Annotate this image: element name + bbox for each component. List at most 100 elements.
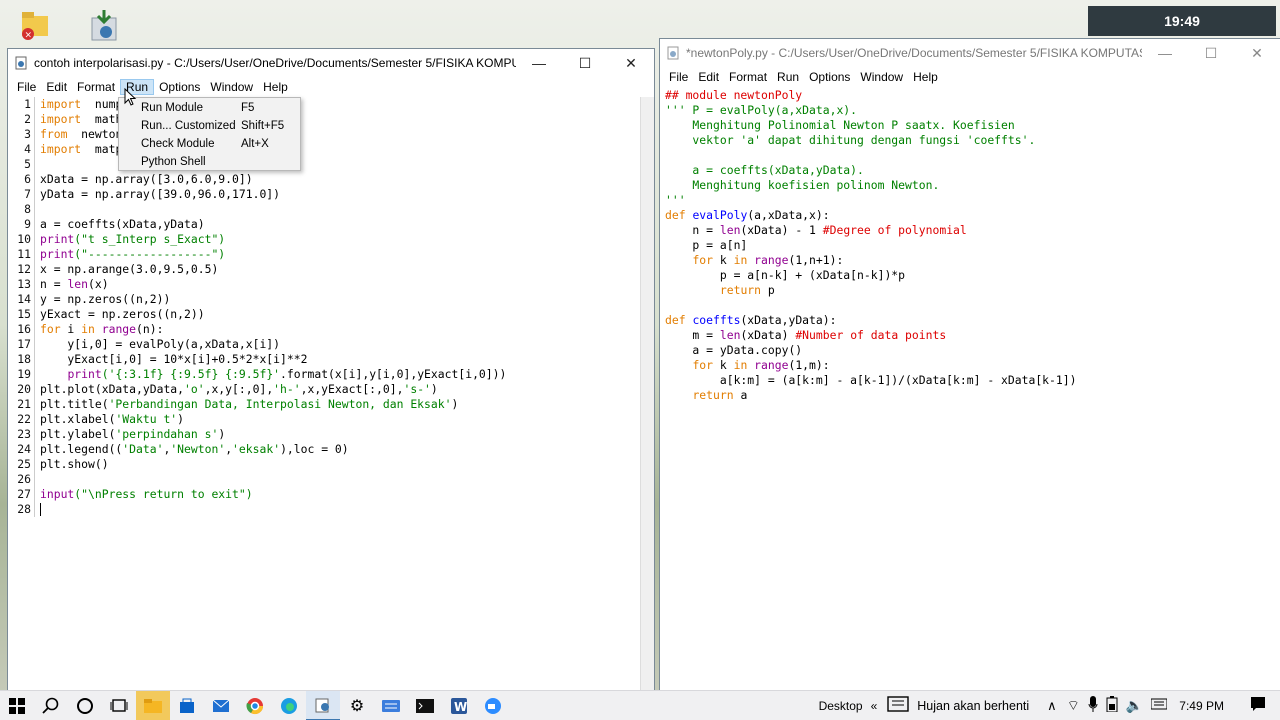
code-line[interactable]: vektor 'a' dapat dihitung dengan fungsi …	[665, 133, 1280, 148]
scrollbar[interactable]	[640, 97, 654, 690]
start-windows-icon[interactable]	[0, 691, 34, 720]
code-line[interactable]: 27 input("\nPress return to exit")	[8, 487, 654, 502]
menu-options[interactable]: Options	[154, 80, 205, 94]
code-line[interactable]: p = a[n-k] + (xData[n-k])*p	[665, 268, 1280, 283]
menu-edit[interactable]: Edit	[693, 70, 724, 84]
code-line[interactable]: 15 yExact = np.zeros((n,2))	[8, 307, 654, 322]
code-line[interactable]: for k in range(1,n+1):	[665, 253, 1280, 268]
menu-format[interactable]: Format	[72, 80, 120, 94]
code-line[interactable]: 17 y[i,0] = evalPoly(a,xData,x[i])	[8, 337, 654, 352]
terminal-icon[interactable]	[408, 691, 442, 720]
code-line[interactable]: 10 print("t s_Interp s_Exact")	[8, 232, 654, 247]
volume-icon[interactable]: 🔈	[1126, 697, 1143, 714]
code-line[interactable]: 16 for i in range(n):	[8, 322, 654, 337]
python-idle-icon[interactable]	[306, 690, 340, 720]
edge-icon[interactable]	[272, 691, 306, 720]
keyboard-app-icon[interactable]	[374, 691, 408, 720]
code-line[interactable]: 14 y = np.zeros((n,2))	[8, 292, 654, 307]
code-editor[interactable]: 1 import numpy 2 import math 3 from newtonP 4 i…	[8, 97, 654, 690]
code-line[interactable]: 7 yData = np.array([39.0,96.0,171.0])	[8, 187, 654, 202]
code-line[interactable]: 12 x = np.arange(3.0,9.5,0.5)	[8, 262, 654, 277]
cortana-icon[interactable]	[68, 691, 102, 720]
notification-icon[interactable]	[1250, 696, 1266, 715]
minimize-button[interactable]: —	[516, 49, 562, 77]
search-icon[interactable]	[34, 691, 68, 720]
clock-time[interactable]: 7:49 PM	[1179, 699, 1224, 713]
weather-icon[interactable]	[887, 696, 909, 715]
code-line[interactable]: 3 from newtonP	[8, 127, 654, 142]
code-line[interactable]: 20 plt.plot(xData,yData,'o',x,y[:,0],'h-'…	[8, 382, 654, 397]
code-line[interactable]: 21 plt.title('Perbandingan Data, Interpol…	[8, 397, 654, 412]
code-line[interactable]: 18 yExact[i,0] = 10*x[i]+0.5*2*x[i]**2	[8, 352, 654, 367]
code-line[interactable]: def evalPoly(a,xData,x):	[665, 208, 1280, 223]
chrome-icon[interactable]	[238, 691, 272, 720]
code-line[interactable]: 9a = coeffts(xData,yData)	[8, 217, 654, 232]
code-line[interactable]: 13 n = len(x)	[8, 277, 654, 292]
title-bar[interactable]: *newtonPoly.py - C:/Users/User/OneDrive/…	[660, 39, 1280, 67]
menu-item-python-shell[interactable]: Python Shell	[119, 153, 300, 171]
code-line[interactable]: 5	[8, 157, 654, 172]
desktop-folder-icon[interactable]: ×	[8, 6, 58, 46]
code-line[interactable]: n = len(xData) - 1 #Degree of polynomial	[665, 223, 1280, 238]
code-line[interactable]: 6 xData = np.array([3.0,6.0,9.0])	[8, 172, 654, 187]
code-line[interactable]: '''	[665, 193, 1280, 208]
code-line[interactable]	[665, 148, 1280, 163]
desktop-toolbar-label[interactable]: Desktop	[819, 699, 863, 713]
code-line[interactable]: m = len(xData) #Number of data points	[665, 328, 1280, 343]
minimize-button[interactable]: —	[1142, 39, 1188, 67]
close-button[interactable]: ✕	[608, 49, 654, 77]
mail-icon[interactable]	[204, 691, 238, 720]
menu-run[interactable]: Run	[772, 70, 804, 84]
code-line[interactable]: Menghitung koefisien polinom Newton.	[665, 178, 1280, 193]
title-bar[interactable]: contoh interpolarisasi.py - C:/Users/Use…	[8, 49, 654, 77]
code-line[interactable]: for k in range(1,m):	[665, 358, 1280, 373]
menu-file[interactable]: File	[664, 70, 693, 84]
menu-help[interactable]: Help	[258, 80, 293, 94]
menu-help[interactable]: Help	[908, 70, 943, 84]
code-line[interactable]: a = yData.copy()	[665, 343, 1280, 358]
maximize-button[interactable]: ☐	[562, 49, 608, 77]
code-line[interactable]: 4 import matpl	[8, 142, 654, 157]
code-line[interactable]: 1 import numpy	[8, 97, 654, 112]
code-line[interactable]: ''' P = evalPoly(a,xData,x).	[665, 103, 1280, 118]
settings-gear-icon[interactable]: ⚙	[340, 691, 374, 720]
code-line[interactable]: 8	[8, 202, 654, 217]
code-line[interactable]: 19 print('{:3.1f} {:9.5f} {:9.5f}'.forma…	[8, 367, 654, 382]
menu-window[interactable]: Window	[855, 70, 908, 84]
chevron-left-icon[interactable]: «	[871, 699, 878, 713]
code-line[interactable]: a[k:m] = (a[k:m] - a[k-1])/(xData[k:m] -…	[665, 373, 1280, 388]
menu-item-check-module[interactable]: Check Module Alt+X	[119, 135, 300, 153]
menu-format[interactable]: Format	[724, 70, 772, 84]
menu-edit[interactable]: Edit	[41, 80, 72, 94]
zoom-app-icon[interactable]	[476, 691, 510, 720]
maximize-button[interactable]: ☐	[1188, 39, 1234, 67]
menu-options[interactable]: Options	[804, 70, 855, 84]
store-icon[interactable]	[170, 691, 204, 720]
code-line[interactable]: Menghitung Polinomial Newton P saatx. Ko…	[665, 118, 1280, 133]
code-line[interactable]: 25 plt.show()	[8, 457, 654, 472]
keyboard-icon[interactable]	[1150, 698, 1168, 713]
code-line[interactable]: def coeffts(xData,yData):	[665, 313, 1280, 328]
code-line[interactable]: return p	[665, 283, 1280, 298]
code-line[interactable]: ## module newtonPoly	[665, 88, 1280, 103]
file-explorer-icon[interactable]	[136, 690, 170, 720]
code-line[interactable]: p = a[n]	[665, 238, 1280, 253]
weather-text[interactable]: Hujan akan berhenti	[917, 699, 1029, 713]
code-line[interactable]: 11 print("------------------")	[8, 247, 654, 262]
battery-icon[interactable]	[1106, 696, 1118, 715]
network-icon[interactable]: ⌔	[1067, 697, 1080, 715]
word-icon[interactable]: W	[442, 691, 476, 720]
code-line[interactable]: 26	[8, 472, 654, 487]
code-line[interactable]	[665, 298, 1280, 313]
close-button[interactable]: ✕	[1234, 39, 1280, 67]
chevron-up-icon[interactable]: ∧	[1047, 698, 1057, 714]
task-view-icon[interactable]	[102, 691, 136, 720]
menu-window[interactable]: Window	[205, 80, 258, 94]
code-line[interactable]: return a	[665, 388, 1280, 403]
code-line[interactable]: 24 plt.legend(('Data','Newton','eksak'),l…	[8, 442, 654, 457]
code-line[interactable]: 2 import math	[8, 112, 654, 127]
code-line[interactable]: a = coeffts(xData,yData).	[665, 163, 1280, 178]
desktop-python-installer-icon[interactable]	[84, 6, 134, 46]
code-line[interactable]: 28	[8, 502, 654, 517]
menu-item-run-module[interactable]: Run Module F5	[119, 99, 300, 117]
